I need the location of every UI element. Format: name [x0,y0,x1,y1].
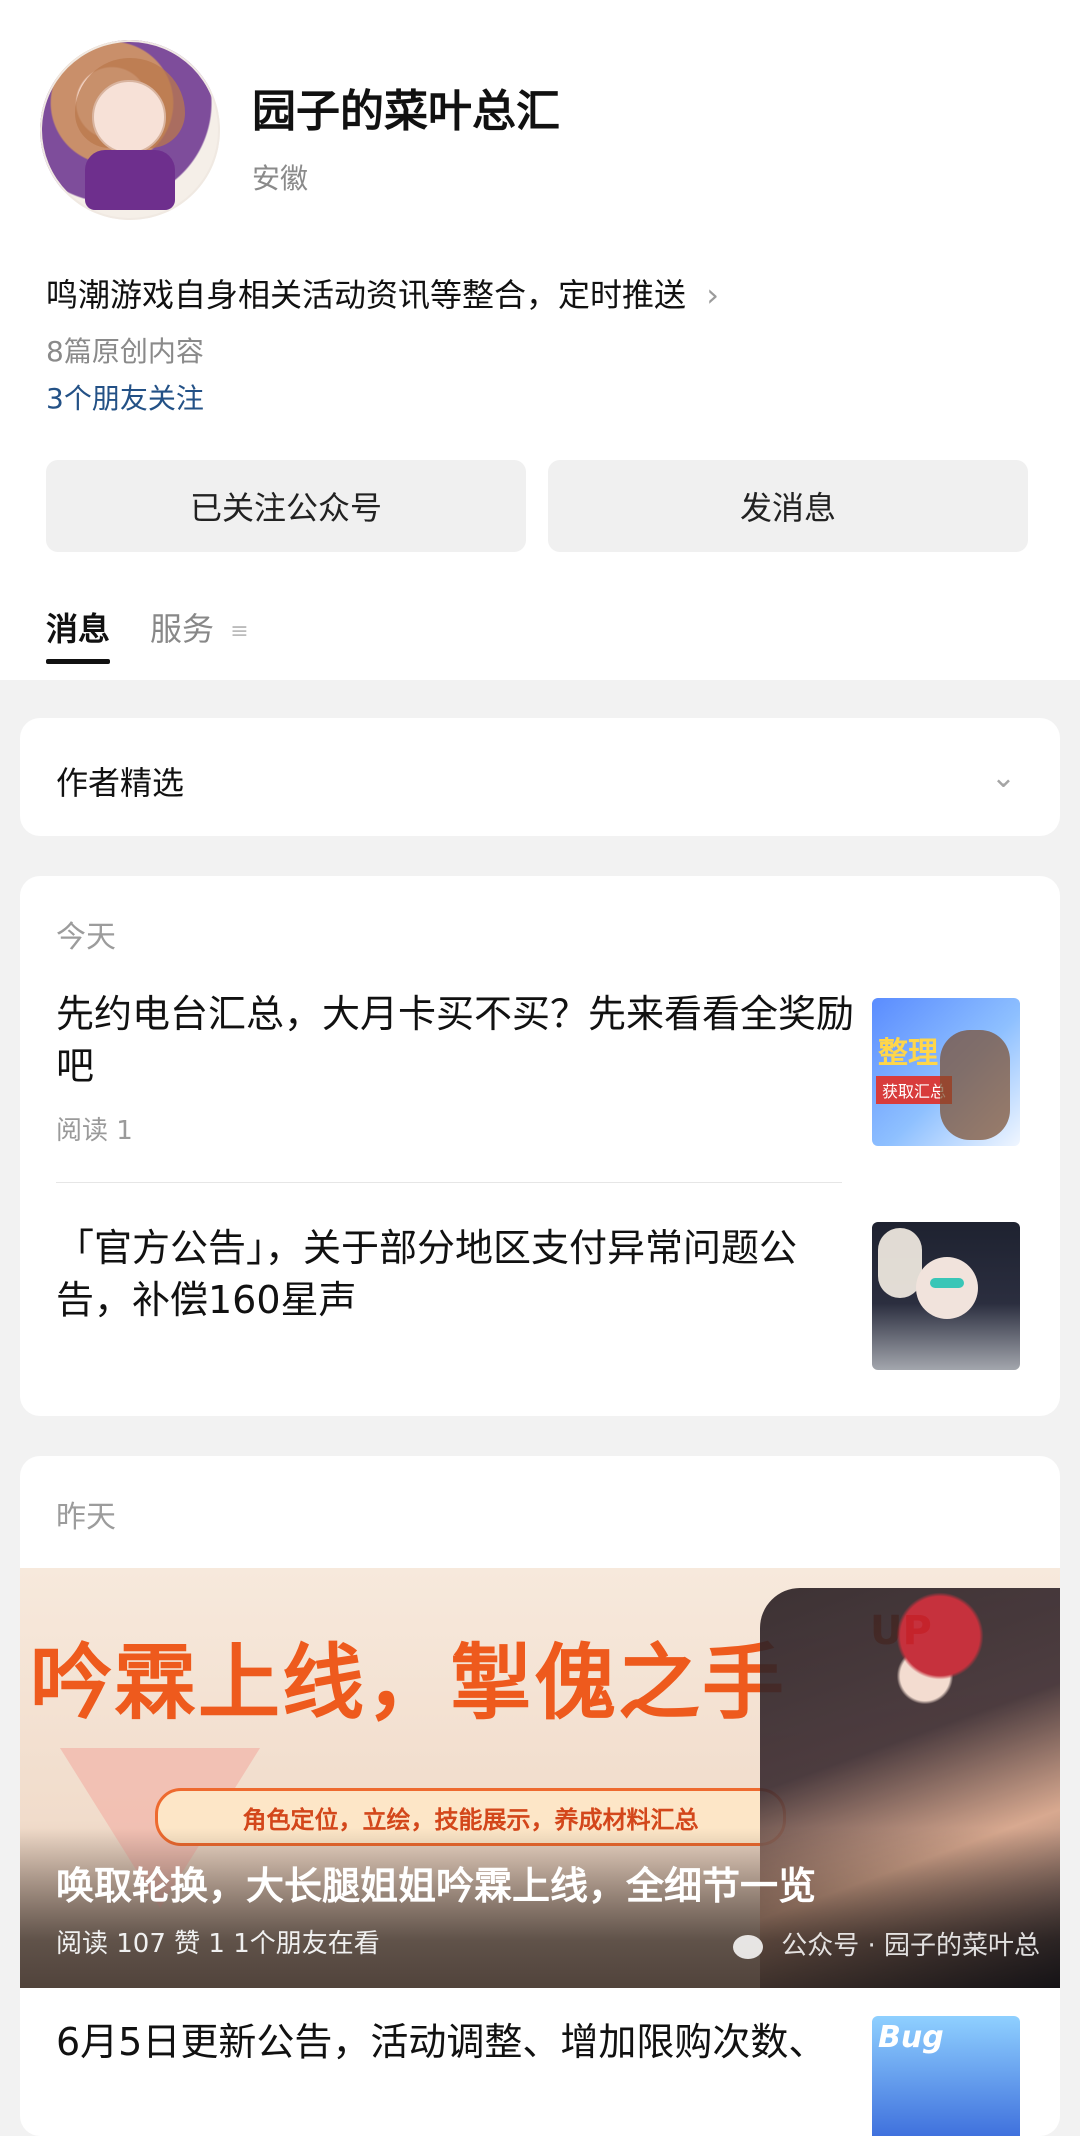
followed-button[interactable]: 已关注公众号 [46,460,526,552]
thumb-bug-text: Bug [878,2020,944,2055]
banner-article-meta: 阅读 107 赞 1 1个朋友在看 [56,1929,380,1959]
chevron-down-icon: ⌄ [990,760,1016,795]
today-section: 今天 先约电台汇总，大月卡买不买？先来看看全奖励吧 阅读 1 整理 获取汇总 「… [20,876,1060,1416]
send-message-button[interactable]: 发消息 [548,460,1028,552]
description-text: 鸣潮游戏自身相关活动资讯等整合，定时推送 [46,276,687,314]
menu-icon: ≡ [230,618,249,644]
watermark-text: 公众号 · 园子的菜叶总 [781,1931,1040,1961]
original-count: 8篇原创内容 [46,335,204,368]
account-title: 园子的菜叶总汇 [252,86,560,137]
section-date-today: 今天 [56,920,116,955]
avatar[interactable] [40,40,220,220]
article-thumbnail[interactable]: 整理 获取汇总 [872,998,1020,1146]
article-divider [56,1182,842,1183]
article-meta: 阅读 1 [56,1116,133,1146]
article-title[interactable]: 先约电台汇总，大月卡买不买？先来看看全奖励吧 [56,988,856,1092]
yesterday-section: 昨天 吟霖上线，掣傀之手 UP 角色定位，立绘，技能展示，养成材料汇总 唤取轮换… [20,1456,1060,2136]
content-tabs: 消息 服务 ≡ [46,604,249,664]
article-thumbnail[interactable]: Bug [872,2016,1020,2136]
account-description[interactable]: 鸣潮游戏自身相关活动资讯等整合，定时推送 › [46,270,719,316]
avatar-face [92,80,166,154]
featured-article-banner[interactable]: 吟霖上线，掣傀之手 UP 角色定位，立绘，技能展示，养成材料汇总 唤取轮换，大长… [20,1568,1060,1988]
wechat-icon [732,1934,763,1959]
thumb-face [916,1257,978,1319]
chevron-right-icon: › [706,276,719,314]
article-title[interactable]: 6月5日更新公告，活动调整、增加限购次数、 [56,2016,856,2068]
tab-services[interactable]: 服务 ≡ [150,604,249,664]
tab-services-label: 服务 [150,610,215,648]
tab-messages-label: 消息 [46,610,111,648]
banner-article-title: 唤取轮换，大长腿姐姐吟霖上线，全细节一览 [56,1864,817,1908]
banner-headline: 吟霖上线，掣傀之手 [30,1635,787,1731]
avatar-shirt [85,150,175,210]
tab-messages[interactable]: 消息 [46,604,111,664]
friends-following-link[interactable]: 3个朋友关注 [46,377,204,417]
section-date-yesterday: 昨天 [56,1500,116,1535]
author-picks-label: 作者精选 [56,764,185,802]
account-region: 安徽 [252,162,309,195]
thumb-eyes [930,1278,964,1288]
banner-watermark: 公众号 · 园子的菜叶总 [732,1925,1040,1962]
article-thumbnail[interactable] [872,1222,1020,1370]
thumb-figure [940,1030,1010,1140]
article-title[interactable]: 「官方公告」，关于部分地区支付异常问题公告，补偿160星声 [56,1222,856,1326]
author-picks-card[interactable]: 作者精选 ⌄ [20,718,1060,836]
